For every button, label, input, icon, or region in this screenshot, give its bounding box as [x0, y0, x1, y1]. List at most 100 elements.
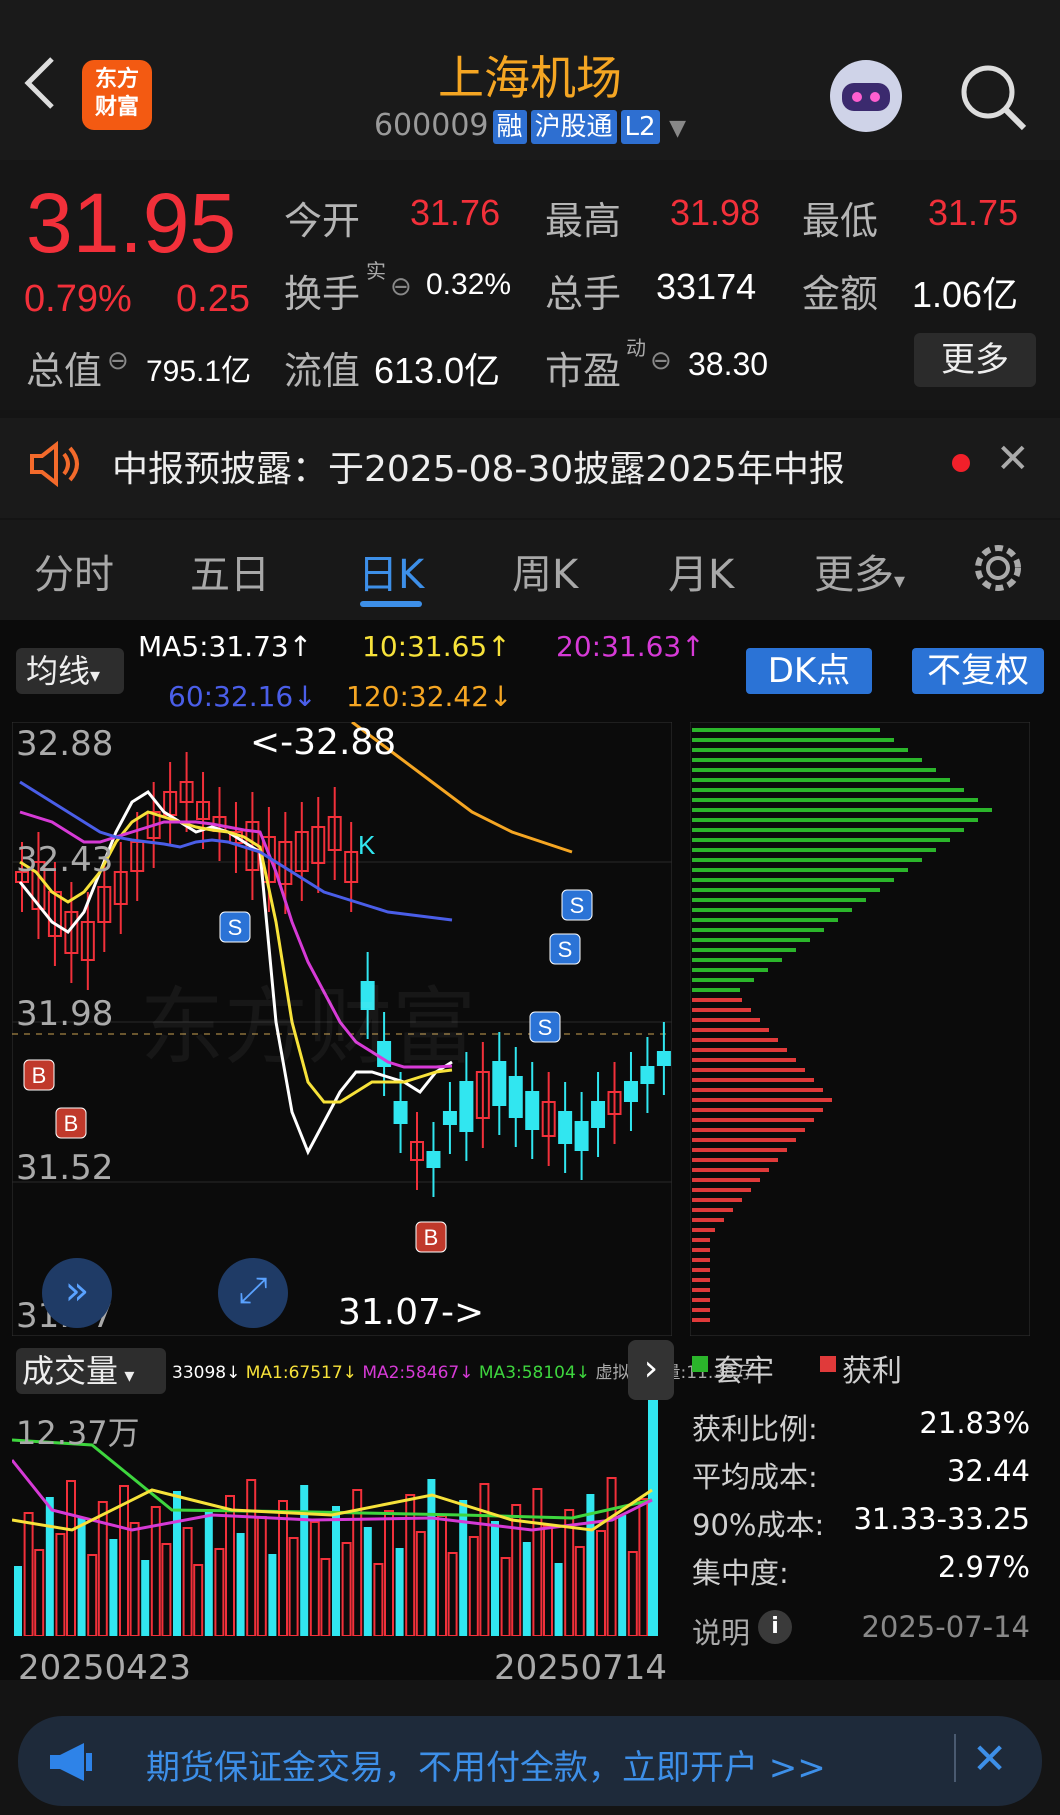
dk-point-button[interactable]: DK点 — [746, 648, 872, 694]
chip-bar — [692, 728, 880, 732]
chevron-right-icon[interactable]: › — [628, 1340, 674, 1400]
signal-label: B — [424, 1225, 439, 1250]
chip-bar — [692, 1268, 710, 1272]
chip-bar — [692, 1128, 805, 1132]
info-icon[interactable]: ⊖ — [390, 272, 412, 302]
candle-body — [525, 1091, 540, 1130]
volume-max-label: 12.37万 — [16, 1414, 140, 1452]
chip-date: 2025-07-14 — [861, 1610, 1030, 1644]
close-icon[interactable]: ✕ — [996, 436, 1030, 482]
chip-bar — [692, 838, 950, 842]
chip-bar — [692, 938, 810, 942]
chip-bar — [692, 1088, 823, 1092]
signal-label: S — [538, 1015, 553, 1040]
stat-value-2: 31.33-33.25 — [853, 1502, 1030, 1536]
chip-bar — [692, 958, 782, 962]
chip-bar — [692, 1288, 710, 1292]
tab-weekly-k[interactable]: 周K — [512, 542, 578, 600]
signal-label: S — [558, 937, 573, 962]
chip-bar — [692, 978, 754, 982]
tab-intraday[interactable]: 分时 — [34, 542, 114, 600]
change-pct: 0.79% — [24, 278, 132, 320]
chip-bar — [692, 928, 824, 932]
tab-more-label: 更多 — [814, 552, 894, 598]
stat-label-2: 90%成本: — [692, 1508, 825, 1542]
low-value: 31.75 — [928, 192, 1019, 233]
high-marker: <-32.88 — [250, 722, 397, 763]
volume-bar — [405, 1494, 416, 1636]
chip-note[interactable]: 说明 — [692, 1610, 750, 1652]
tag-level2: L2 — [620, 110, 660, 144]
gear-icon[interactable] — [970, 540, 1026, 596]
info-icon[interactable]: i — [758, 1610, 792, 1644]
volume-bar — [182, 1527, 193, 1636]
chip-bar — [692, 1028, 769, 1032]
tab-daily-k[interactable]: 日K — [358, 542, 424, 600]
volume-bar — [373, 1563, 384, 1636]
ma20-label: 20:31.63↑ — [556, 630, 705, 663]
last-price: 31.95 — [26, 176, 237, 270]
volume-bar — [627, 1551, 638, 1636]
notice-text[interactable]: 中报预披露：于2025-08-30披露2025年中报 — [112, 440, 845, 492]
volume-bar — [14, 1566, 22, 1636]
banner-text[interactable]: 期货保证金交易，不用付全款，立即开户 >> — [146, 1740, 826, 1789]
volume-bar — [55, 1533, 66, 1636]
volume-selector-label: 成交量 — [22, 1352, 119, 1390]
megaphone-icon — [50, 1743, 92, 1781]
caret-down-icon: ▾ — [90, 663, 101, 687]
volume-bar — [300, 1485, 309, 1636]
chip-bar — [692, 1138, 796, 1142]
robot-avatar-icon[interactable] — [825, 55, 907, 137]
tab-more[interactable]: 更多▾ — [814, 542, 905, 600]
chip-bar — [692, 1218, 724, 1222]
volume-bar — [161, 1543, 172, 1636]
volume-bar — [288, 1537, 299, 1636]
fullscreen-icon[interactable]: ⤢ — [218, 1258, 288, 1328]
volume-bar — [141, 1560, 150, 1636]
search-icon[interactable] — [958, 62, 1028, 132]
chip-bar — [692, 1238, 710, 1242]
expand-left-icon[interactable]: » — [42, 1258, 112, 1328]
volume-bar — [395, 1548, 404, 1636]
chip-bar — [692, 1228, 715, 1232]
amount-value: 1.06亿 — [912, 274, 1019, 315]
chip-bar — [692, 998, 742, 1002]
vol-ma3: MA3:58104↓ — [478, 1363, 591, 1383]
info-icon[interactable]: ⊖ — [107, 346, 129, 376]
chip-bar — [692, 1068, 805, 1072]
tab-monthly-k[interactable]: 月K — [668, 542, 734, 600]
chip-bar — [692, 1298, 710, 1302]
volume-bar — [638, 1498, 649, 1636]
info-icon[interactable]: ⊖ — [650, 346, 672, 376]
ma-selector[interactable]: 均线▾ — [16, 648, 124, 694]
stat-value-1: 32.44 — [946, 1454, 1030, 1488]
volume-bar — [618, 1515, 627, 1636]
legend-loss: 套牢 — [714, 1354, 774, 1389]
y-tick-2: 31.98 — [16, 994, 114, 1034]
no-adjust-button[interactable]: 不复权 — [912, 648, 1044, 694]
chip-bar — [692, 1258, 710, 1262]
chip-bar — [692, 808, 992, 812]
chip-bar — [692, 1108, 823, 1112]
chip-bar — [692, 1098, 832, 1102]
legend-profit-swatch — [820, 1356, 836, 1372]
chip-bar — [692, 918, 838, 922]
volume-selector[interactable]: 成交量 ▾ — [16, 1348, 166, 1394]
chip-bar — [692, 738, 894, 742]
tab-five-day[interactable]: 五日 — [190, 542, 270, 600]
volume-bar — [77, 1518, 86, 1636]
end-date: 20250714 — [494, 1648, 668, 1688]
chip-bar — [692, 758, 922, 762]
volume-bar — [87, 1554, 98, 1636]
mktcap-value: 795.1亿 — [146, 355, 252, 388]
banner-divider — [954, 1734, 956, 1782]
chip-bar — [692, 768, 936, 772]
chip-bar — [692, 968, 768, 972]
volume-bar — [256, 1516, 267, 1636]
low-label: 最低 — [802, 199, 879, 243]
turnover-value: 0.32% — [426, 268, 512, 301]
close-icon[interactable]: ✕ — [972, 1734, 1007, 1783]
ma5-label: MA5:31.73↑ — [138, 630, 313, 663]
more-button[interactable]: 更多 — [914, 333, 1036, 387]
chip-bar — [692, 848, 936, 852]
